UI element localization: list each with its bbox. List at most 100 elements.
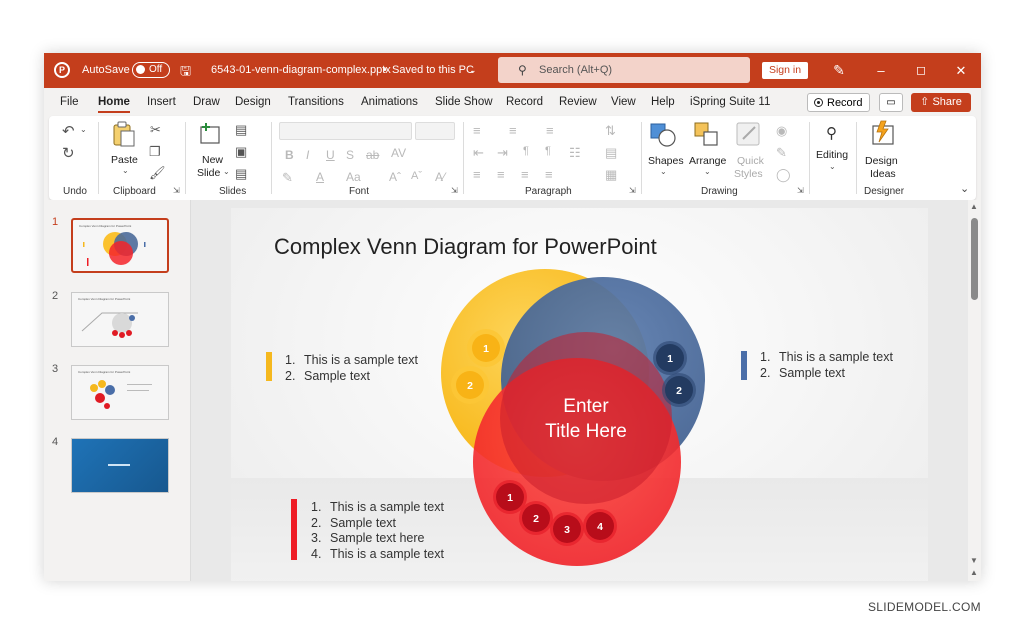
slide-thumbnail-1[interactable]: Complex Venn Diagram for PowerPoint — [71, 218, 169, 273]
shadow-icon[interactable]: S — [346, 148, 354, 162]
strikethrough-icon[interactable]: ab — [366, 148, 379, 162]
slide-thumbnail-4[interactable] — [71, 438, 169, 493]
line-spacing-icon[interactable]: ≡ — [546, 123, 554, 138]
design-ideas-label-2[interactable]: Ideas — [870, 168, 896, 180]
undo-icon[interactable]: ↶ — [62, 122, 75, 140]
undo-dropdown-icon[interactable]: ⌄ — [80, 125, 87, 134]
cut-icon[interactable]: ✂ — [150, 122, 161, 138]
quick-styles-icon[interactable] — [735, 121, 763, 149]
arrange-icon[interactable] — [693, 121, 721, 149]
search-box[interactable]: ⚲ Search (Alt+Q) — [498, 57, 750, 83]
maximize-button[interactable]: ◻ — [906, 53, 936, 88]
shape-fill-icon[interactable]: ◉ — [776, 123, 787, 139]
arrange-dropdown-icon[interactable]: ⌄ — [704, 167, 711, 176]
justify-icon[interactable]: ≡ — [545, 167, 553, 182]
pen-icon[interactable]: ✎ — [824, 53, 854, 88]
decrease-font-icon[interactable]: Aˇ — [411, 170, 422, 182]
columns-icon[interactable]: ☷ — [569, 145, 581, 161]
shape-outline-icon[interactable]: ✎ — [776, 145, 787, 161]
tab-ispring[interactable]: iSpring Suite 11 — [690, 96, 770, 108]
new-slide-label-2[interactable]: Slide — [197, 167, 220, 179]
chevron-down-icon[interactable]: ⌄ — [469, 53, 477, 88]
close-button[interactable]: ✕ — [946, 53, 976, 88]
scrollbar-thumb[interactable] — [971, 218, 978, 300]
quick-styles-label-2[interactable]: Styles — [734, 168, 763, 180]
tab-file[interactable]: File — [60, 96, 79, 108]
layout-icon[interactable]: ▤ — [235, 122, 247, 138]
increase-font-icon[interactable]: Aˆ — [389, 170, 401, 184]
new-slide-dropdown-icon[interactable]: ⌄ — [223, 167, 230, 176]
numbering-icon[interactable]: ≡ — [509, 123, 517, 138]
format-painter-icon[interactable]: 🖌 — [149, 165, 166, 181]
copy-icon[interactable]: ❐ — [149, 144, 161, 160]
quick-styles-label[interactable]: Quick — [737, 155, 764, 167]
rtl-icon[interactable]: ¶ — [545, 145, 551, 157]
new-slide-label[interactable]: New — [202, 154, 223, 166]
font-family-select[interactable] — [279, 122, 412, 140]
tab-design[interactable]: Design — [235, 96, 271, 108]
editing-dropdown-icon[interactable]: ⌄ — [829, 162, 836, 171]
redo-icon[interactable]: ↻ — [62, 144, 75, 162]
vertical-scrollbar[interactable]: ▲ ▼ ▲ — [968, 200, 981, 581]
slide[interactable]: Complex Venn Diagram for PowerPoint 1. Th… — [231, 208, 928, 581]
ltr-icon[interactable]: ¶ — [523, 145, 529, 157]
text-direction-icon[interactable]: ⇅ — [605, 123, 616, 139]
reset-icon[interactable]: ▣ — [235, 144, 247, 160]
design-ideas-icon[interactable] — [869, 120, 897, 148]
search-input[interactable]: Search (Alt+Q) — [539, 57, 612, 83]
shapes-dropdown-icon[interactable]: ⌄ — [660, 167, 667, 176]
venn-center-title[interactable]: Enter Title Here — [526, 394, 646, 444]
italic-icon[interactable]: I — [306, 148, 309, 162]
slide-thumbnail-2[interactable]: Complex Venn Diagram for PowerPoint — [71, 292, 169, 347]
saved-status[interactable]: Saved to this PC — [392, 53, 474, 88]
dialog-launcher-icon[interactable]: ⇲ — [629, 186, 636, 195]
sign-in-button[interactable]: Sign in — [762, 62, 808, 79]
tab-insert[interactable]: Insert — [147, 96, 176, 108]
bullets-icon[interactable]: ≡ — [473, 123, 481, 138]
tab-help[interactable]: Help — [651, 96, 675, 108]
align-left-icon[interactable]: ≡ — [473, 167, 481, 182]
collapse-ribbon-icon[interactable]: ⌄ — [960, 182, 969, 195]
align-center-icon[interactable]: ≡ — [497, 167, 505, 182]
tab-draw[interactable]: Draw — [193, 96, 220, 108]
decrease-indent-icon[interactable]: ⇤ — [473, 145, 484, 161]
share-button[interactable]: ⇧ Share — [911, 93, 971, 112]
dialog-launcher-icon[interactable]: ⇲ — [173, 186, 180, 195]
scroll-down-icon[interactable]: ▼ — [970, 556, 978, 565]
section-icon[interactable]: ▤ — [235, 166, 247, 182]
bold-icon[interactable]: B — [285, 148, 294, 162]
paste-label[interactable]: Paste — [111, 154, 138, 166]
arrange-label[interactable]: Arrange — [689, 155, 726, 167]
comments-button[interactable]: ▭ — [879, 93, 903, 112]
scroll-up-icon[interactable]: ▲ — [970, 202, 978, 211]
paste-dropdown-icon[interactable]: ⌄ — [122, 166, 129, 175]
save-icon[interactable]: 🖫 — [180, 53, 191, 88]
autosave-toggle[interactable]: Off — [132, 62, 170, 78]
previous-slide-icon[interactable]: ▲ — [970, 568, 978, 577]
minimize-button[interactable]: – — [866, 53, 896, 88]
spacing-icon[interactable]: AV — [391, 146, 406, 160]
underline-icon[interactable]: U — [326, 148, 335, 162]
dialog-launcher-icon[interactable]: ⇲ — [451, 186, 458, 195]
increase-indent-icon[interactable]: ⇥ — [497, 145, 508, 161]
clear-format-icon[interactable]: A⁄ — [435, 170, 445, 184]
dialog-launcher-icon[interactable]: ⇲ — [797, 186, 804, 195]
editing-label[interactable]: Editing — [816, 149, 848, 161]
highlight-icon[interactable]: ✎ — [282, 170, 293, 186]
align-text-icon[interactable]: ▤ — [605, 145, 617, 161]
shape-effects-icon[interactable]: ◯ — [776, 167, 791, 183]
shapes-icon[interactable] — [649, 121, 677, 149]
record-button[interactable]: Record — [807, 93, 870, 112]
search-icon[interactable]: ⚲ — [826, 124, 837, 142]
tab-view[interactable]: View — [611, 96, 636, 108]
design-ideas-label[interactable]: Design — [865, 155, 898, 167]
new-slide-icon[interactable] — [198, 122, 222, 146]
shapes-label[interactable]: Shapes — [648, 155, 684, 167]
font-color-icon[interactable]: A — [316, 170, 324, 184]
tab-transitions[interactable]: Transitions — [288, 96, 344, 108]
slide-thumbnail-3[interactable]: Complex Venn Diagram for PowerPoint — [71, 365, 169, 420]
tab-animations[interactable]: Animations — [361, 96, 418, 108]
tab-slide-show[interactable]: Slide Show — [435, 96, 493, 108]
change-case-icon[interactable]: Aa — [346, 170, 361, 184]
font-size-select[interactable] — [415, 122, 455, 140]
